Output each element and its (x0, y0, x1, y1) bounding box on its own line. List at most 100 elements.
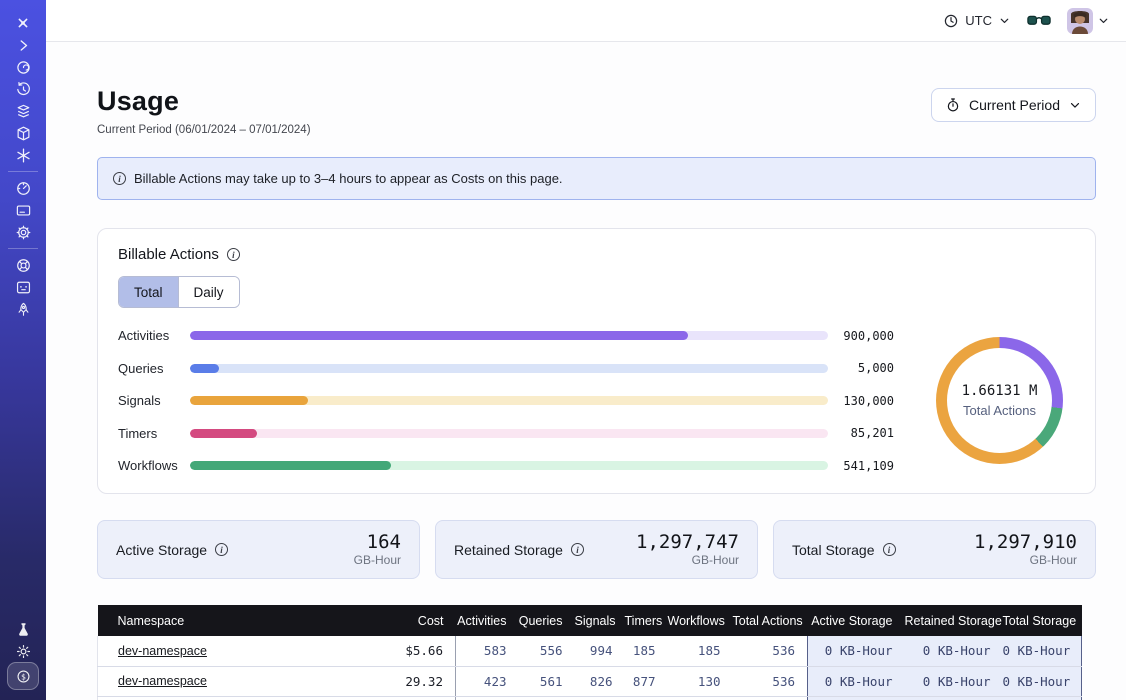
bar-label: Activities (118, 328, 190, 343)
total-actions-cell: 536 (733, 666, 808, 696)
active-storage-cell: 0 KB-Hour (808, 636, 905, 666)
bar-track (190, 461, 828, 470)
current-period-subtitle: Current Period (06/01/2024 – 07/01/2024) (97, 124, 311, 136)
activities-cell: 492 (456, 696, 519, 700)
bar-label: Queries (118, 361, 190, 376)
user-menu[interactable] (1067, 8, 1110, 34)
total-storage-cell: 0 KB-Hour (1003, 696, 1082, 700)
retained-storage-cell: 0 KB-Hour (905, 666, 1003, 696)
total-actions-cell: 536 (733, 636, 808, 666)
active-storage-cell: 0 KB-Hour (808, 696, 905, 700)
table-row: dev-namespace $5.66 583 556 994 185 185 … (98, 636, 1082, 666)
col-total-actions: Total Actions (733, 605, 808, 636)
glasses-icon[interactable] (1027, 13, 1051, 28)
chevron-down-icon (1068, 98, 1082, 112)
info-banner: i Billable Actions may take up to 3–4 ho… (97, 157, 1096, 200)
chevron-down-icon (998, 14, 1011, 27)
col-activities: Activities (456, 605, 519, 636)
info-icon[interactable]: i (883, 543, 896, 556)
bar-value: 541,109 (828, 459, 894, 473)
sun-icon[interactable] (8, 640, 38, 662)
queries-cell: 536 (519, 696, 575, 700)
total-actions-label: Total Actions (963, 403, 1036, 418)
lifebuoy-icon[interactable] (8, 254, 38, 276)
namespace-link[interactable]: dev-namespace (118, 644, 207, 658)
credit-card-icon[interactable] (8, 199, 38, 221)
col-cost: Cost (338, 605, 456, 636)
rocket-icon[interactable] (8, 298, 38, 320)
storage-card-unit: GB-Hour (974, 553, 1077, 567)
col-timers: Timers (625, 605, 668, 636)
table-row: dev-namespace $3.35 492 536 883 816 600 … (98, 696, 1082, 700)
bar-row-activities: Activities 900,000 (118, 328, 894, 343)
queries-cell: 556 (519, 636, 575, 666)
info-icon[interactable]: i (215, 543, 228, 556)
storage-card-label: Active Storage (116, 542, 207, 558)
cost-cell: $3.35 (338, 696, 456, 700)
info-icon[interactable]: i (571, 543, 584, 556)
bar-label: Timers (118, 426, 190, 441)
queries-cell: 561 (519, 666, 575, 696)
flask-icon[interactable] (8, 618, 38, 640)
bar-track (190, 429, 828, 438)
bar-track (190, 331, 828, 340)
period-button-label: Current Period (969, 97, 1060, 113)
gauge-icon[interactable] (8, 177, 38, 199)
history-icon[interactable] (8, 78, 38, 100)
retained-storage-cell: 0 KB-Hour (905, 696, 1003, 700)
topbar: UTC (46, 0, 1126, 42)
cube-icon[interactable] (8, 122, 38, 144)
bar-value: 85,201 (828, 426, 894, 440)
active-storage-card: Active Storage i 164 GB-Hour (97, 520, 420, 579)
info-icon[interactable]: i (227, 248, 240, 261)
collapse-chevron-icon[interactable] (8, 34, 38, 56)
col-total-storage: Total Storage (1003, 605, 1082, 636)
svg-text:$: $ (21, 672, 26, 681)
sidebar-divider (8, 171, 38, 172)
stack-icon[interactable] (8, 100, 38, 122)
timezone-label: UTC (965, 13, 992, 28)
chevron-down-icon (1097, 14, 1110, 27)
current-period-button[interactable]: Current Period (931, 88, 1096, 122)
storage-card-value: 1,297,747 (636, 532, 739, 553)
storage-card-value: 1,297,910 (974, 532, 1077, 553)
storage-card-unit: GB-Hour (354, 553, 401, 567)
billable-view-tabs: Total Daily (118, 276, 240, 308)
tab-daily[interactable]: Daily (178, 277, 239, 307)
activities-cell: 423 (456, 666, 519, 696)
stopwatch-icon (945, 97, 961, 113)
col-queries: Queries (519, 605, 575, 636)
timers-cell: 816 (625, 696, 668, 700)
bar-row-workflows: Workflows 541,109 (118, 458, 894, 473)
signals-cell: 994 (575, 636, 625, 666)
billable-actions-card: Billable Actions i Total Daily Activitie… (97, 228, 1096, 494)
dollar-coin-icon[interactable]: $ (7, 662, 39, 690)
bar-row-timers: Timers 85,201 (118, 426, 894, 441)
namespace-link[interactable]: dev-namespace (118, 674, 207, 688)
timezone-selector[interactable]: UTC (943, 13, 1011, 29)
namespace-usage-table: Namespace Cost Activities Queries Signal… (97, 605, 1082, 700)
temporal-logo-icon[interactable] (8, 12, 38, 34)
total-actions-donut: 1.66131 M Total Actions (936, 337, 1063, 464)
clock-icon (943, 13, 959, 29)
bar-track (190, 396, 828, 405)
sidebar: $ (0, 0, 46, 700)
table-header-row: Namespace Cost Activities Queries Signal… (98, 605, 1082, 636)
total-storage-cell: 0 KB-Hour (1003, 636, 1082, 666)
activities-cell: 583 (456, 636, 519, 666)
gear-icon[interactable] (8, 221, 38, 243)
info-icon: i (113, 172, 126, 185)
col-namespace: Namespace (98, 605, 338, 636)
bar-label: Signals (118, 393, 190, 408)
asterisk-icon[interactable] (8, 144, 38, 166)
bar-value: 130,000 (828, 394, 894, 408)
timers-cell: 185 (625, 636, 668, 666)
terminal-icon[interactable] (8, 276, 38, 298)
workflows-cell: 185 (668, 636, 733, 666)
sidebar-divider (8, 248, 38, 249)
bar-value: 900,000 (828, 329, 894, 343)
tab-total[interactable]: Total (119, 277, 178, 307)
swirl-icon[interactable] (8, 56, 38, 78)
storage-card-unit: GB-Hour (636, 553, 739, 567)
cost-cell: 29.32 (338, 666, 456, 696)
